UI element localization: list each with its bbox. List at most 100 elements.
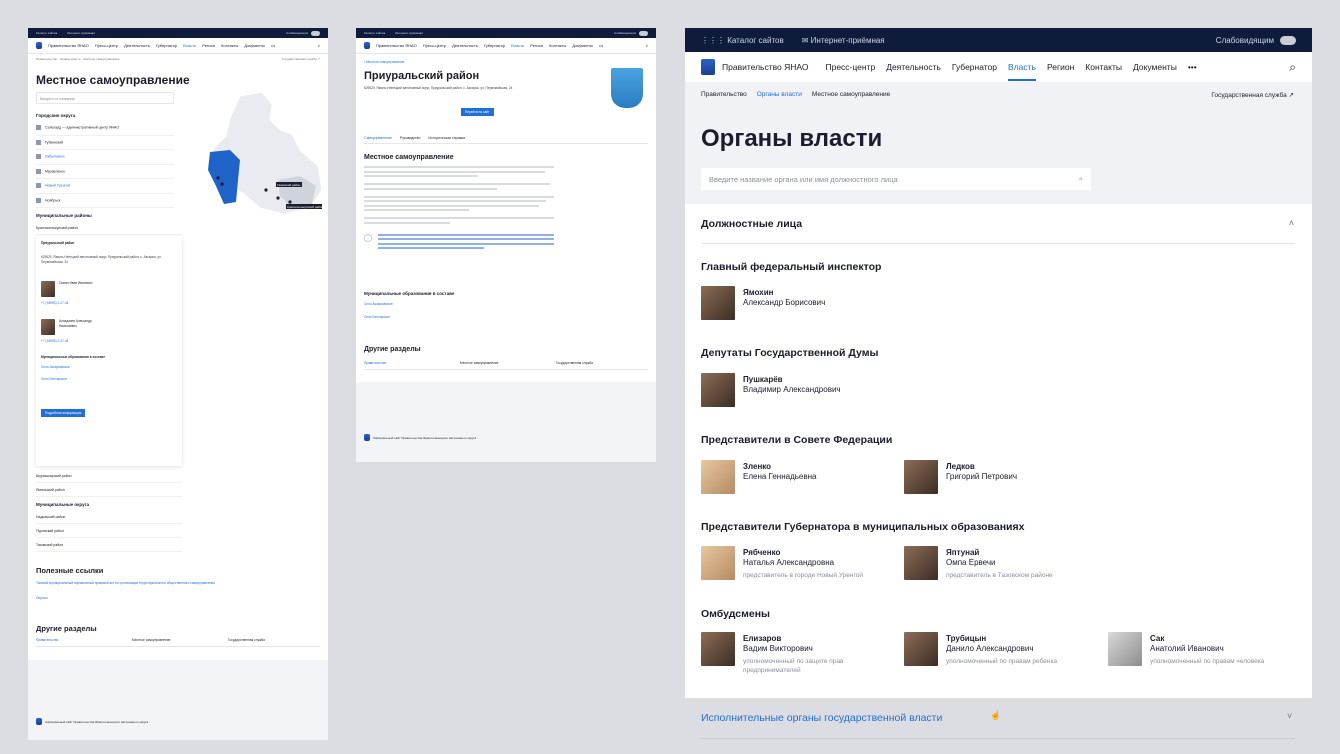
visually-impaired-toggle[interactable] — [1280, 35, 1296, 45]
other-link[interactable]: Государственная служба — [228, 638, 265, 642]
emblem-icon[interactable] — [364, 42, 370, 49]
search-icon[interactable]: ⌕ — [318, 43, 320, 48]
chevron-up-icon[interactable]: ˄ — [1289, 218, 1294, 228]
nav-power[interactable]: Власть — [1008, 54, 1036, 81]
reception-link[interactable]: Интернет-приёмная — [67, 31, 95, 35]
emblem-icon[interactable] — [701, 59, 715, 75]
visually-impaired-label[interactable]: Слабовидящим — [614, 31, 636, 35]
list-item[interactable]: Муравленко — [36, 165, 174, 179]
phone-link[interactable]: +7 (34993) 2-27-44 — [41, 301, 177, 305]
crumb[interactable]: Местное самоуправление — [83, 57, 119, 61]
crumb-active[interactable]: Органы власти — [757, 91, 802, 98]
person-card[interactable]: Зленко Елена Геннадьевна — [701, 460, 816, 494]
list-item[interactable]: Шурышкарский район — [36, 470, 182, 483]
nav-press[interactable]: Пресс-центр — [825, 62, 875, 72]
other-link[interactable]: Правительство — [36, 638, 132, 642]
nav-documents[interactable]: Документы — [244, 43, 265, 48]
visually-impaired-label[interactable]: Слабовидящим — [1216, 36, 1274, 45]
search-icon[interactable]: ⌕ — [1289, 60, 1296, 75]
nav-contacts[interactable]: Контакты — [1085, 62, 1122, 72]
person-card[interactable]: Пушкарёв Владимир Александрович — [701, 373, 841, 407]
other-link[interactable]: Местное самоуправление — [460, 361, 556, 365]
search-icon[interactable]: ⌕ — [1079, 174, 1083, 184]
crumb[interactable]: Местное самоуправление — [812, 91, 890, 98]
chevron-down-icon[interactable]: ˅ — [1287, 711, 1292, 721]
catalog-link[interactable]: Каталог сайтов — [36, 31, 57, 35]
list-item[interactable]: Лабытнанги — [36, 150, 174, 165]
civil-service-link[interactable]: Государственная служба ↗ — [1211, 91, 1294, 99]
nav-activity[interactable]: Деятельность — [452, 43, 478, 48]
more-icon[interactable]: ••• — [1188, 62, 1197, 72]
civil-service-link[interactable]: Государственная служба ↗ — [282, 57, 320, 61]
nav-press[interactable]: Пресс-центр — [95, 43, 118, 48]
site-name[interactable]: Правительство ЯНАО — [48, 43, 89, 48]
mo-link[interactable]: Село Белоярское — [41, 377, 177, 381]
breadcrumb-back[interactable]: ‹ Местное самоуправление — [364, 60, 404, 64]
list-item[interactable]: Пуровский район — [36, 525, 182, 538]
officials-heading[interactable]: Должностные лица — [701, 218, 802, 230]
nav-documents[interactable]: Документы — [572, 43, 593, 48]
document-link[interactable] — [364, 233, 554, 249]
catalog-link[interactable]: ⋮⋮⋮ Каталог сайтов — [701, 36, 784, 45]
nav-region[interactable]: Регион — [202, 43, 215, 48]
list-item[interactable]: Новый Уренгой — [36, 179, 174, 194]
nav-governor[interactable]: Губернатор — [484, 43, 505, 48]
visually-impaired-label[interactable]: Слабовидящим — [286, 31, 308, 35]
nav-activity[interactable]: Деятельность — [124, 43, 150, 48]
visually-impaired-toggle[interactable] — [639, 30, 648, 36]
person-card[interactable]: Елизаров Вадим Викторович уполномоченный п… — [701, 632, 853, 675]
person-card[interactable]: Сак Анатолий Иванович уполномоченный по пр… — [1108, 632, 1264, 666]
list-item[interactable]: Ямальский район — [36, 484, 182, 497]
nav-governor[interactable]: Губернатор — [156, 43, 177, 48]
site-name[interactable]: Правительство ЯНАО — [376, 43, 417, 48]
executive-heading[interactable]: Исполнительные органы государственной вл… — [701, 712, 942, 724]
list-item[interactable]: Ноябрьск — [36, 194, 174, 208]
search-icon[interactable]: ⌕ — [646, 43, 648, 48]
person-card[interactable]: Ледков Григорий Петрович — [904, 460, 1017, 494]
visually-impaired-toggle[interactable] — [311, 30, 320, 36]
tab-history[interactable]: Историческая справка — [428, 136, 465, 140]
nav-contacts[interactable]: Контакты — [549, 43, 566, 48]
list-item[interactable]: Салехард — административный центр ЯНАО — [36, 121, 174, 136]
phone-link[interactable]: +7 (34993) 2-27-44 — [41, 339, 177, 343]
nav-activity[interactable]: Деятельность — [886, 62, 941, 72]
nav-power[interactable]: Власть — [183, 43, 196, 48]
nav-power[interactable]: Власть — [511, 43, 524, 48]
tab-self-government[interactable]: Самоуправление — [364, 136, 392, 140]
nav-governor[interactable]: Губернатор — [952, 62, 997, 72]
more-icon[interactable]: ••• — [271, 43, 275, 48]
reception-link[interactable]: Интернет-приёмная — [395, 31, 423, 35]
mo-link[interactable]: Село Белоярское — [364, 315, 390, 319]
site-name[interactable]: Правительство ЯНАО — [722, 62, 808, 72]
crumb[interactable]: Правительство — [701, 91, 747, 98]
nav-contacts[interactable]: Контакты — [221, 43, 238, 48]
search-input[interactable]: Введите по названию — [36, 92, 174, 104]
map-marker[interactable] — [220, 182, 224, 186]
mo-link[interactable]: Село Аксарковское — [41, 365, 177, 369]
useful-link[interactable]: Опросы — [36, 596, 48, 600]
map-marker[interactable] — [216, 176, 220, 180]
reception-link[interactable]: ✉ Интернет-приёмная — [802, 36, 885, 45]
list-item[interactable]: Губкинский — [36, 136, 174, 150]
person-card[interactable]: Трубицын Данило Александрович уполномоченн… — [904, 632, 1057, 666]
map-region-selected[interactable] — [208, 150, 240, 204]
list-item[interactable]: Красноселькупский район — [36, 222, 182, 235]
nav-documents[interactable]: Документы — [1133, 62, 1177, 72]
map-marker[interactable] — [288, 200, 292, 204]
crumb[interactable]: Правительство — [36, 57, 57, 61]
other-link[interactable]: Местное самоуправление — [132, 638, 228, 642]
other-link[interactable]: Правительство — [364, 361, 460, 365]
list-item[interactable]: Надымский район — [36, 511, 182, 524]
nav-region[interactable]: Регион — [1047, 62, 1074, 72]
useful-link[interactable]: Типовой муниципальный нормативный правов… — [36, 581, 266, 585]
nav-press[interactable]: Пресс-центр — [423, 43, 446, 48]
map-marker[interactable] — [264, 188, 268, 192]
nav-region[interactable]: Регион — [530, 43, 543, 48]
region-map[interactable]: Тазовский район Красноселькупский район — [200, 90, 324, 222]
person-card[interactable]: Яптунай Омпа Ервечи представитель в Тазовс… — [904, 546, 1053, 580]
person-card[interactable]: Рябченко Наталья Александровна представите… — [701, 546, 863, 580]
crumb[interactable]: Органы власти — [60, 57, 81, 61]
person-card[interactable]: Ямохин Александр Борисович — [701, 286, 825, 320]
list-item[interactable]: Тазовский район — [36, 539, 182, 552]
map-marker[interactable] — [276, 196, 280, 200]
